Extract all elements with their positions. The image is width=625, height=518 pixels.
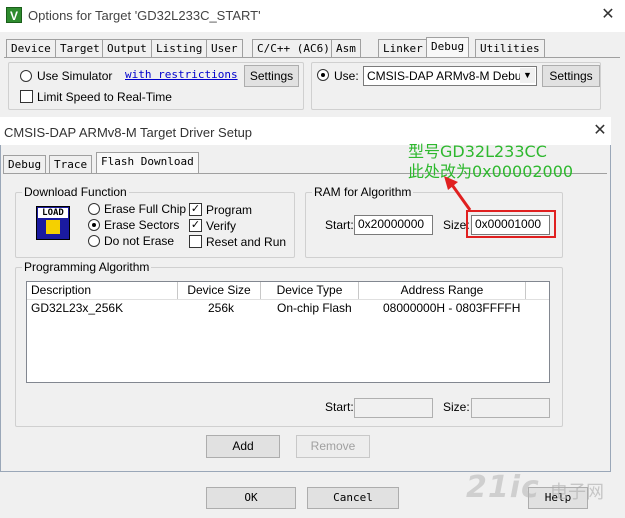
load-icon-chip — [46, 220, 60, 234]
tab-divider — [4, 57, 620, 58]
col-description[interactable]: Description — [27, 282, 178, 299]
download-function-label: Download Function — [22, 185, 129, 199]
watermark-logo: 21ic — [466, 470, 540, 505]
driver-setup-close-icon[interactable]: ✕ — [590, 120, 610, 142]
inner-tab-debug[interactable]: Debug — [3, 155, 47, 173]
use-label: Use: — [334, 69, 359, 83]
tab-linker[interactable]: Linker — [378, 39, 428, 57]
load-icon: LOAD — [36, 206, 70, 240]
tab-cpp[interactable]: C/C++ (AC6) — [252, 39, 335, 57]
tab-asm[interactable]: Asm — [331, 39, 361, 57]
col-address-range[interactable]: Address Range — [359, 282, 526, 299]
chevron-down-icon[interactable]: ▼ — [520, 68, 535, 83]
erase-sectors-label: Erase Sectors — [104, 218, 180, 232]
row-description: GD32L23x_256K — [31, 301, 124, 315]
limit-speed-checkbox[interactable] — [20, 90, 33, 103]
row-address-range: 08000000H - 0803FFFFH — [383, 301, 521, 315]
tab-user[interactable]: User — [206, 39, 243, 57]
use-simulator-radio[interactable] — [20, 70, 32, 82]
driver-setup-title: CMSIS-DAP ARMv8-M Target Driver Setup — [4, 125, 253, 140]
with-restrictions-link[interactable]: with restrictions — [125, 68, 238, 81]
annotation-arrow-icon — [444, 176, 472, 211]
program-label: Program — [206, 203, 253, 217]
tab-target[interactable]: Target — [55, 39, 105, 57]
cancel-button[interactable]: Cancel — [307, 487, 399, 509]
watermark-sub: 电子网 — [550, 482, 604, 502]
remove-button[interactable]: Remove — [296, 435, 370, 458]
row-device-size: 256k — [208, 301, 235, 315]
table-row[interactable]: GD32L23x_256K 256k On-chip Flash 0800000… — [27, 300, 549, 316]
load-icon-text: LOAD — [38, 208, 68, 218]
algo-start-input[interactable] — [354, 398, 433, 418]
annotation-change-note: 此处改为0x00002000 — [408, 162, 574, 181]
tab-debug[interactable]: Debug — [426, 37, 470, 58]
ram-start-label: Start: — [325, 218, 354, 232]
debugger-settings-button[interactable]: Settings — [542, 65, 600, 87]
algo-start-label: Start: — [325, 400, 354, 414]
col-device-size[interactable]: Device Size — [178, 282, 261, 299]
algo-size-label: Size: — [443, 400, 470, 414]
inner-tab-trace[interactable]: Trace — [49, 155, 93, 173]
do-not-erase-radio[interactable] — [88, 235, 100, 247]
options-close-icon[interactable]: ✕ — [596, 3, 620, 27]
options-window-title: Options for Target 'GD32L233C_START' — [28, 8, 261, 23]
reset-and-run-checkbox[interactable] — [189, 235, 202, 248]
inner-tab-flash-download[interactable]: Flash Download — [96, 152, 199, 174]
add-button[interactable]: Add — [206, 435, 280, 458]
row-device-type: On-chip Flash — [277, 301, 352, 315]
use-debugger-radio[interactable] — [317, 69, 329, 81]
simulator-settings-button[interactable]: Settings — [244, 65, 299, 87]
tab-device[interactable]: Device — [6, 39, 56, 57]
program-checkbox[interactable]: ✓ — [189, 203, 202, 216]
erase-sectors-radio[interactable] — [88, 219, 100, 231]
tab-utilities[interactable]: Utilities — [475, 39, 545, 57]
limit-speed-label: Limit Speed to Real-Time — [37, 90, 172, 104]
erase-full-chip-radio[interactable] — [88, 203, 100, 215]
use-simulator-label: Use Simulator — [37, 69, 113, 83]
tab-output[interactable]: Output — [102, 39, 152, 57]
do-not-erase-label: Do not Erase — [104, 234, 175, 248]
debugger-select[interactable]: CMSIS-DAP ARMv8-M Debugg — [363, 66, 537, 86]
verify-checkbox[interactable]: ✓ — [189, 219, 202, 232]
ram-for-algorithm-label: RAM for Algorithm — [312, 185, 414, 199]
erase-full-chip-label: Erase Full Chip — [104, 202, 187, 216]
keil-app-icon: V — [6, 7, 22, 23]
programming-algorithm-label: Programming Algorithm — [22, 260, 152, 274]
col-device-type[interactable]: Device Type — [261, 282, 359, 299]
tab-listing[interactable]: Listing — [151, 39, 208, 57]
ram-start-input[interactable]: 0x20000000 — [354, 215, 433, 235]
ok-button[interactable]: OK — [206, 487, 296, 509]
verify-label: Verify — [206, 219, 237, 233]
reset-and-run-label: Reset and Run — [206, 235, 287, 249]
debugger-select-value: CMSIS-DAP ARMv8-M Debugg — [367, 69, 535, 83]
algo-size-input[interactable] — [471, 398, 550, 418]
